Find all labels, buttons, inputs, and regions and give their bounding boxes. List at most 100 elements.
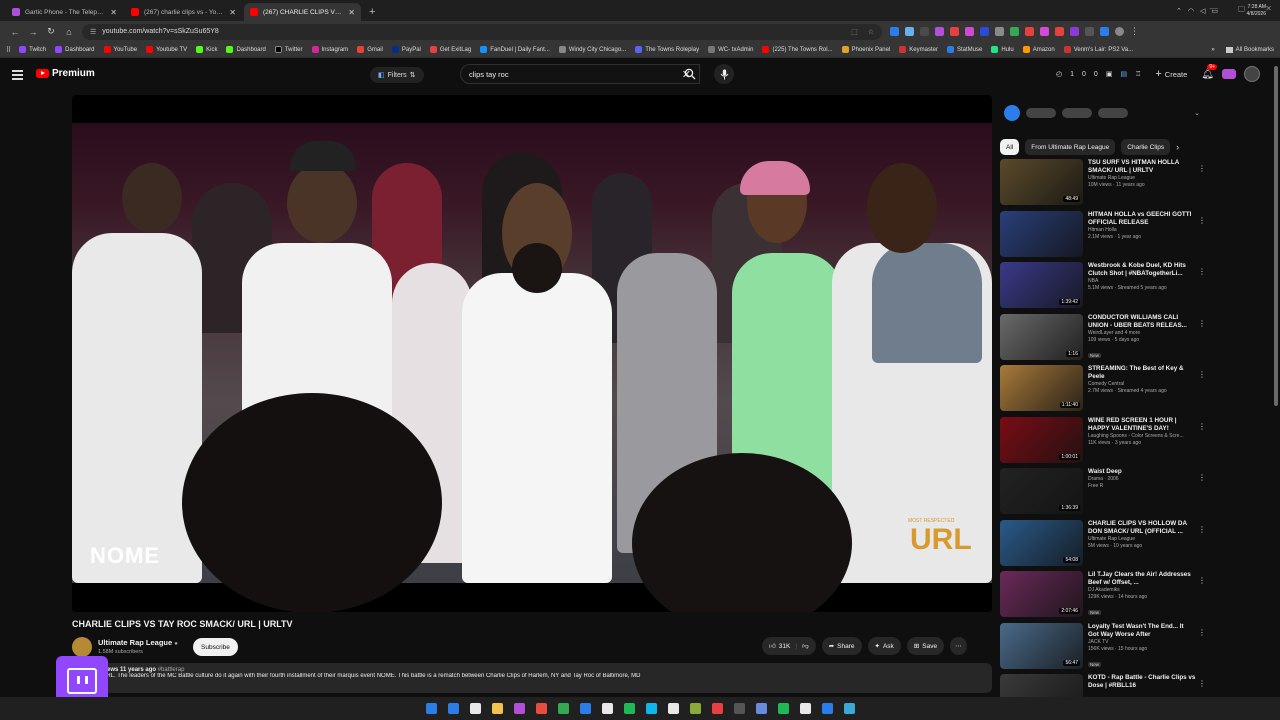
- recommendation-channel[interactable]: JACK TV: [1088, 639, 1196, 646]
- recommendation-title[interactable]: KOTD - Rap Battle - Charlie Clips vs Dos…: [1088, 674, 1196, 690]
- bookmark-item[interactable]: WC- txAdmin: [708, 46, 753, 53]
- bookmark-item[interactable]: Dashboard: [226, 46, 266, 53]
- chevron-right-icon[interactable]: ›: [1176, 142, 1179, 152]
- taskbar-app-icon[interactable]: [689, 703, 701, 714]
- bookmark-star-icon[interactable]: ☆: [868, 28, 874, 36]
- bookmark-item[interactable]: The Towns Roleplay: [635, 46, 699, 53]
- taskbar-app-icon[interactable]: [777, 703, 789, 714]
- more-options-icon[interactable]: ⋮: [1198, 628, 1206, 637]
- youtube-logo[interactable]: Premium: [36, 68, 95, 79]
- recommendation-item[interactable]: 1:16 CONDUCTOR WILLIAMS CALI UNION - UBER…: [1000, 313, 1206, 366]
- taskbar-app-icon[interactable]: [711, 703, 723, 714]
- recommendation-title[interactable]: TSU SURF VS HITMAN HOLLA SMACK/ URL | UR…: [1088, 159, 1196, 175]
- recommendation-title[interactable]: WINE RED SCREEN 1 HOUR | HAPPY VALENTINE…: [1088, 417, 1196, 433]
- more-options-icon[interactable]: ⋮: [1198, 473, 1206, 482]
- new-tab-icon[interactable]: +: [363, 3, 381, 21]
- bookmark-item[interactable]: Windy City Chicago...: [558, 46, 626, 53]
- notifications-button[interactable]: 🔔︎ 9+: [1201, 63, 1217, 80]
- bookmark-item[interactable]: Amazon: [1022, 46, 1055, 53]
- more-options-icon[interactable]: ⋮: [1198, 525, 1206, 534]
- recommendation-item[interactable]: HITMAN HOLLA vs GEECHI GOTTI OFFICIAL RE…: [1000, 210, 1206, 263]
- taskbar-app-icon[interactable]: [557, 703, 569, 714]
- recommendation-channel[interactable]: WeirdLayer and 4 more: [1088, 330, 1196, 337]
- home-icon[interactable]: ⌂: [60, 27, 78, 37]
- recommendation-title[interactable]: CONDUCTOR WILLIAMS CALI UNION - UBER BEA…: [1088, 314, 1196, 330]
- bookmark-item[interactable]: Twitch: [19, 46, 46, 53]
- reload-icon[interactable]: ↻: [42, 26, 60, 37]
- more-options-icon[interactable]: ⋮: [1198, 267, 1206, 276]
- apps-icon[interactable]: ⠿: [6, 46, 11, 54]
- bookmark-item[interactable]: StatMuse: [946, 46, 982, 53]
- all-bookmarks[interactable]: » All Bookmarks: [1211, 46, 1274, 53]
- taskbar-app-icon[interactable]: [645, 703, 657, 714]
- save-button[interactable]: ⊞ Save: [906, 637, 945, 655]
- more-options-icon[interactable]: ⋮: [1198, 370, 1206, 379]
- bookmark-item[interactable]: Instagram: [311, 46, 348, 53]
- taskbar-app-icon[interactable]: [843, 703, 855, 714]
- taskbar-app-icon[interactable]: [821, 703, 833, 714]
- clock[interactable]: 7:28 AM 4/8/2026: [1247, 4, 1266, 18]
- share-button[interactable]: ➦ Share: [821, 637, 862, 655]
- taskbar-app-icon[interactable]: [755, 703, 767, 714]
- bookmark-item[interactable]: (225) The Towns Rol...: [762, 46, 833, 53]
- voice-search-button[interactable]: [714, 64, 734, 84]
- recommendation-title[interactable]: CHARLIE CLIPS VS HOLLOW DA DON SMACK/ UR…: [1088, 520, 1196, 536]
- like-button[interactable]: 👍︎ 31K | 👎︎: [762, 637, 816, 655]
- taskbar-app-icon[interactable]: [579, 703, 591, 714]
- volume-icon[interactable]: ◁: [1200, 7, 1205, 15]
- sidebar-pill[interactable]: [1026, 108, 1056, 118]
- extension-badge-icon[interactable]: [1222, 69, 1236, 79]
- recommendation-item[interactable]: 54:08 CHARLIE CLIPS VS HOLLOW DA DON SMAC…: [1000, 519, 1206, 572]
- taskbar-app-icon[interactable]: [623, 703, 635, 714]
- extension-icon[interactable]: [950, 27, 959, 36]
- recommendation-item[interactable]: 1:39:42 Westbrook & Kobe Duel, KD Hits Cl…: [1000, 262, 1206, 314]
- extension-icon[interactable]: [1100, 27, 1109, 36]
- recommendation-channel[interactable]: Comedy Central: [1088, 381, 1196, 388]
- video-thumbnail[interactable]: 1:36:39: [1000, 468, 1083, 514]
- thumbs-down-icon[interactable]: 👎︎: [802, 642, 809, 650]
- hamburger-menu-icon[interactable]: [12, 70, 23, 82]
- extension-icon[interactable]: [905, 27, 914, 36]
- close-icon[interactable]: ✕: [229, 8, 236, 17]
- maximize-icon[interactable]: ▢: [1238, 4, 1246, 13]
- video-thumbnail[interactable]: 48:49: [1000, 159, 1083, 205]
- avatar[interactable]: [1244, 66, 1260, 82]
- chip-all[interactable]: All: [1000, 139, 1020, 155]
- video-thumbnail[interactable]: 54:08: [1000, 519, 1083, 566]
- video-thumbnail[interactable]: 1:00:01: [1000, 416, 1083, 463]
- video-thumbnail[interactable]: 1:39:42: [1000, 262, 1083, 308]
- subscribe-button[interactable]: Subscribe: [193, 638, 238, 656]
- wifi-icon[interactable]: ◠: [1188, 7, 1194, 15]
- bookmark-item[interactable]: FanDuel | Daily Fant...: [480, 46, 550, 53]
- recommendation-title[interactable]: STREAMING: The Best of Key & Peele: [1088, 365, 1196, 381]
- profile-avatar-icon[interactable]: [1115, 27, 1124, 36]
- close-window-icon[interactable]: ✕: [1265, 4, 1272, 13]
- more-options-icon[interactable]: ⋮: [1198, 422, 1206, 431]
- recommendation-channel[interactable]: Ultimate Rap League: [1088, 536, 1196, 543]
- channel-avatar[interactable]: [72, 637, 92, 657]
- chip-charlie-clips[interactable]: Charlie Clips: [1121, 139, 1171, 155]
- bookmark-item[interactable]: Venm's Lair: PS2 Va...: [1063, 46, 1133, 53]
- taskbar-app-icon[interactable]: [491, 703, 503, 714]
- search-button[interactable]: [677, 64, 703, 84]
- taskbar-app-icon[interactable]: [447, 703, 459, 714]
- bookmark-item[interactable]: Youtube TV: [146, 46, 187, 53]
- extension-icon[interactable]: [995, 27, 1004, 36]
- bookmark-item[interactable]: Gmail: [357, 46, 383, 53]
- recommendation-title[interactable]: Loyalty Test Wasn't The End... It Got Wa…: [1088, 623, 1196, 639]
- browser-tab-0[interactable]: Gartic Phone - The Telephone G ✕: [6, 3, 123, 21]
- bookmark-item[interactable]: YouTube: [103, 46, 137, 53]
- camera-icon[interactable]: ▣: [1106, 70, 1113, 78]
- recommendation-item[interactable]: 1:00:01 WINE RED SCREEN 1 HOUR | HAPPY VA…: [1000, 416, 1206, 469]
- taskbar-app-icon[interactable]: [799, 703, 811, 714]
- start-icon[interactable]: [425, 703, 437, 714]
- more-actions-button[interactable]: ⋯: [950, 637, 967, 655]
- video-thumbnail[interactable]: 1:16: [1000, 313, 1083, 360]
- browser-tab-2[interactable]: (267) CHARLIE CLIPS VS TAY RC✕: [244, 3, 361, 21]
- video-thumbnail[interactable]: [1000, 210, 1083, 257]
- chevron-down-icon[interactable]: ⌄: [1194, 109, 1200, 117]
- bookmark-item[interactable]: Get ExitLag: [429, 46, 471, 53]
- bookmark-item[interactable]: Twitter: [274, 46, 303, 53]
- address-bar[interactable]: ☰ youtube.com/watch?v=sSkZuSu65Y8 ⬚ ☆: [82, 23, 882, 40]
- recommendation-title[interactable]: Waist Deep: [1088, 468, 1196, 476]
